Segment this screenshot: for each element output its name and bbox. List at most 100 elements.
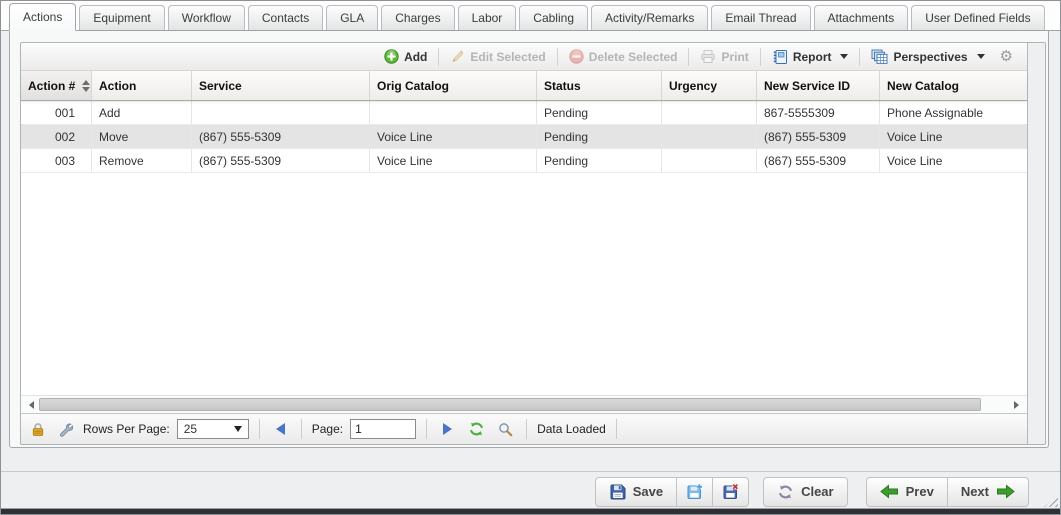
tab-cabling[interactable]: Cabling	[519, 5, 588, 30]
next-button[interactable]: Next	[948, 477, 1029, 507]
divider	[526, 419, 527, 439]
next-arrow-icon	[996, 484, 1015, 499]
clear-icon	[777, 484, 794, 500]
table-cell: (867) 555-5309	[192, 149, 370, 172]
table-body: 001 Add Pending 867-5555309 Phone Assign…	[21, 101, 1027, 395]
column-header-action[interactable]: Action	[92, 71, 192, 100]
delete-selected-button[interactable]: Delete Selected	[564, 49, 683, 64]
tab-bar: Actions Equipment Workflow Contacts GLA …	[1, 1, 1060, 31]
tab-activity-remarks[interactable]: Activity/Remarks	[591, 5, 708, 30]
wrench-icon[interactable]	[55, 422, 76, 437]
prev-arrow-icon	[880, 484, 899, 499]
clear-button[interactable]: Clear	[763, 477, 848, 507]
table-row[interactable]: 001 Add Pending 867-5555309 Phone Assign…	[21, 101, 1027, 125]
tab-equipment[interactable]: Equipment	[79, 5, 164, 30]
table-cell: 002	[21, 125, 92, 148]
lock-icon[interactable]	[28, 422, 48, 437]
tab-charges[interactable]: Charges	[381, 5, 454, 30]
save-remove-icon	[722, 483, 739, 500]
table-cell: Voice Line	[370, 125, 537, 148]
divider	[426, 419, 427, 439]
perspectives-icon	[871, 49, 888, 65]
tab-workflow[interactable]: Workflow	[168, 5, 245, 30]
table-cell: 867-5555309	[757, 101, 880, 124]
vertical-scrollbar[interactable]	[1027, 43, 1045, 444]
chevron-down-icon	[840, 54, 848, 59]
column-header-action-number[interactable]: Action #	[21, 71, 92, 100]
table-cell: Move	[92, 125, 192, 148]
tab-actions[interactable]: Actions	[9, 3, 76, 31]
table-cell: Remove	[92, 149, 192, 172]
tab-email-thread[interactable]: Email Thread	[711, 5, 810, 30]
prev-next-button-group: Prev Next	[866, 477, 1029, 507]
save-button[interactable]: Save	[595, 477, 677, 507]
table-cell: (867) 555-5309	[757, 149, 880, 172]
table-cell: 003	[21, 149, 92, 172]
tab-contacts[interactable]: Contacts	[248, 5, 323, 30]
pencil-icon	[450, 49, 465, 64]
table-cell: Pending	[537, 125, 662, 148]
gear-icon[interactable]: ⚙	[994, 49, 1019, 64]
table-cell: Voice Line	[370, 149, 537, 172]
bottom-status-bar	[1, 508, 1060, 514]
divider	[859, 48, 860, 66]
scroll-right-arrow-icon[interactable]	[1014, 401, 1019, 409]
next-page-icon[interactable]	[443, 423, 452, 435]
save-icon	[609, 483, 626, 500]
status-text: Data Loaded	[537, 422, 606, 436]
table-cell	[192, 101, 370, 124]
rows-per-page-select[interactable]: 25	[177, 419, 249, 439]
edit-selected-button[interactable]: Edit Selected	[445, 49, 550, 64]
tab-attachments[interactable]: Attachments	[814, 5, 909, 30]
column-header-new-catalog[interactable]: New Catalog	[880, 71, 1027, 100]
scrollbar-thumb[interactable]	[39, 398, 981, 411]
divider	[438, 48, 439, 66]
column-header-urgency[interactable]: Urgency	[662, 71, 757, 100]
save-remove-button[interactable]	[713, 477, 749, 507]
chevron-down-icon	[977, 54, 985, 59]
add-button[interactable]: Add	[379, 49, 432, 64]
divider	[301, 419, 302, 439]
table-header-row: Action # Action Service Orig Catalog Sta…	[21, 71, 1027, 101]
page-input[interactable]	[350, 419, 416, 439]
tab-user-defined-fields[interactable]: User Defined Fields	[911, 5, 1044, 30]
divider	[688, 48, 689, 66]
save-button-group: Save	[595, 477, 749, 507]
refresh-icon[interactable]	[465, 421, 488, 437]
column-header-orig-catalog[interactable]: Orig Catalog	[370, 71, 537, 100]
prev-button[interactable]: Prev	[866, 477, 948, 507]
column-header-new-service-id[interactable]: New Service ID	[757, 71, 880, 100]
table-row-selected[interactable]: 002 Move (867) 555-5309 Voice Line Pendi…	[21, 125, 1027, 149]
grid-toolbar: Add Edit Selected	[21, 43, 1027, 71]
scroll-left-arrow-icon[interactable]	[29, 401, 34, 409]
app-window: Actions Equipment Workflow Contacts GLA …	[0, 0, 1061, 515]
actions-tab-panel: Add Edit Selected	[9, 31, 1049, 448]
table-cell	[370, 101, 537, 124]
previous-page-icon[interactable]	[276, 423, 285, 435]
column-header-status[interactable]: Status	[537, 71, 662, 100]
actions-grid: Add Edit Selected	[20, 42, 1046, 445]
table-cell	[662, 101, 757, 124]
report-icon	[772, 49, 788, 65]
divider	[259, 419, 260, 439]
print-button[interactable]: Print	[695, 49, 753, 64]
search-icon[interactable]	[495, 422, 516, 437]
table-cell: Pending	[537, 101, 662, 124]
printer-icon	[700, 49, 716, 64]
table-cell: (867) 555-5309	[757, 125, 880, 148]
table-cell: Add	[92, 101, 192, 124]
table-cell	[662, 149, 757, 172]
tab-labor[interactable]: Labor	[458, 5, 517, 30]
tab-gla[interactable]: GLA	[326, 5, 378, 30]
horizontal-scrollbar[interactable]	[21, 395, 1027, 413]
divider	[616, 419, 617, 439]
table-cell: Phone Assignable	[880, 101, 1027, 124]
table-cell: Voice Line	[880, 149, 1027, 172]
table-cell	[662, 125, 757, 148]
table-row[interactable]: 003 Remove (867) 555-5309 Voice Line Pen…	[21, 149, 1027, 173]
perspectives-button[interactable]: Perspectives	[866, 49, 989, 65]
report-button[interactable]: Report	[767, 49, 854, 65]
add-icon	[384, 49, 399, 64]
save-add-button[interactable]	[677, 477, 713, 507]
column-header-service[interactable]: Service	[192, 71, 370, 100]
